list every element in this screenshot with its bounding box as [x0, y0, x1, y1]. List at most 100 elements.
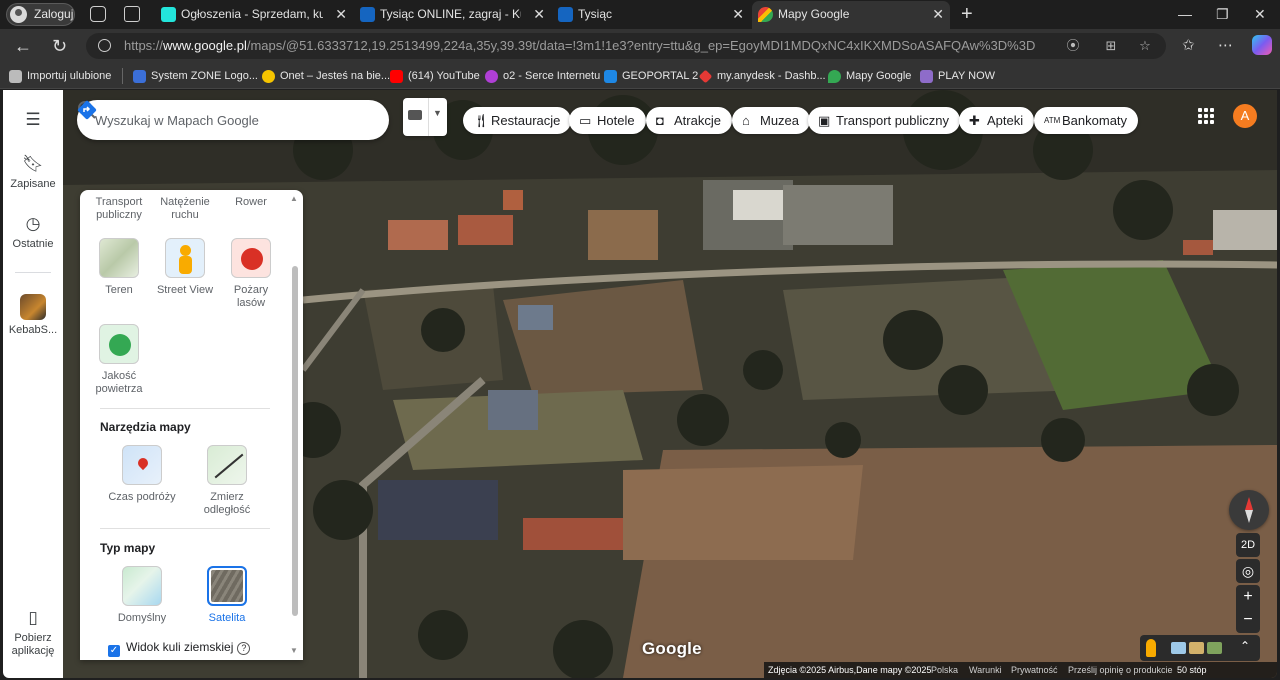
- zoom-out-icon[interactable]: −: [1236, 609, 1260, 631]
- bookmark-geoportal[interactable]: GEOPORTAL 2: [604, 67, 698, 85]
- map-type-default[interactable]: Domyślny: [107, 566, 177, 625]
- site-info-icon[interactable]: [98, 39, 111, 52]
- tab-google-maps[interactable]: Mapy Google ✕: [752, 1, 950, 29]
- scroll-up-icon[interactable]: ▲: [290, 194, 298, 203]
- layer-wildfires[interactable]: Pożary lasów: [216, 238, 286, 310]
- app-available-icon[interactable]: ⊞: [1104, 39, 1118, 53]
- menu-button[interactable]: ☰: [3, 110, 63, 134]
- layer-street-view[interactable]: Street View: [150, 238, 220, 297]
- measure-distance-icon: [207, 445, 247, 485]
- scroll-down-icon[interactable]: ▼: [290, 646, 298, 655]
- profile-label: Zaloguj: [34, 7, 74, 21]
- chip-public-transport[interactable]: ▣ Transport publiczny: [808, 107, 960, 134]
- maps-side-rail: ☰ 🔖︎ Zapisane ◷ Ostatnie KebabS... ▯ Pob…: [3, 90, 63, 678]
- youtube-icon: [390, 70, 403, 83]
- close-icon[interactable]: ✕: [732, 1, 744, 27]
- hamburger-icon: ☰: [25, 110, 41, 129]
- tab-kurnik-1[interactable]: Tysiąc ONLINE, zagraj - Kurnik ✕: [354, 1, 551, 29]
- url-text: https://www.google.pl/maps/@51.6333712,1…: [124, 38, 1036, 53]
- imagery-thumbnail[interactable]: [1171, 642, 1186, 654]
- map-type-satellite[interactable]: Satelita: [192, 566, 262, 625]
- recent-place-button[interactable]: KebabS...: [3, 294, 63, 336]
- wildfire-icon: [231, 238, 271, 278]
- favorites-bar: Importuj ulubione System ZONE Logo... On…: [0, 63, 1280, 89]
- bookmark-anydesk[interactable]: my.anydesk - Dashb...: [698, 67, 826, 85]
- profile-button[interactable]: Zaloguj: [6, 3, 75, 26]
- tool-measure-distance[interactable]: Zmierz odległość: [192, 445, 262, 517]
- museum-icon: ⌂: [742, 113, 750, 128]
- bookmark-system-zone[interactable]: System ZONE Logo...: [133, 67, 258, 85]
- bookmark-play-now[interactable]: PLAY NOW: [920, 67, 995, 85]
- layer-bicycling[interactable]: Rower: [216, 196, 286, 209]
- account-avatar[interactable]: A: [1233, 104, 1257, 128]
- recent-button[interactable]: ◷ Ostatnie: [3, 214, 63, 250]
- chevron-up-icon[interactable]: ⌃: [1240, 639, 1250, 653]
- layer-transit[interactable]: Transport publiczny: [84, 196, 154, 222]
- chip-hotels[interactable]: ▭ Hotele: [569, 107, 646, 134]
- country-link[interactable]: Polska: [931, 662, 958, 678]
- satellite-map[interactable]: ▼ 🍴︎Restauracje ▭Hotele ◘Atrakcje ⌂Muzea…: [63, 90, 1277, 678]
- maximize-icon[interactable]: ❐: [1216, 3, 1229, 25]
- directions-icon[interactable]: [77, 100, 97, 120]
- bookmark-o2[interactable]: o2 - Serce Internetu: [485, 67, 600, 85]
- layer-air-quality[interactable]: Jakość powietrza: [84, 324, 154, 396]
- help-icon[interactable]: ?: [237, 642, 251, 655]
- get-app-button[interactable]: ▯ Pobierz aplikację: [3, 608, 63, 658]
- chip-pharmacies[interactable]: ✚ Apteki: [959, 107, 1035, 134]
- search-input[interactable]: [95, 109, 295, 131]
- panel-scrollbar[interactable]: [292, 266, 298, 616]
- map-layer-toggle[interactable]: ▼: [403, 98, 447, 136]
- anydesk-icon: [698, 69, 713, 84]
- close-icon[interactable]: ✕: [533, 1, 545, 27]
- imagery-thumbnail[interactable]: [1189, 642, 1204, 654]
- feedback-link[interactable]: Prześlij opinię o produkcie: [1068, 662, 1173, 678]
- tab-kurnik-2[interactable]: Tysiąc ✕: [552, 1, 750, 29]
- search-box: [77, 100, 389, 140]
- history-icon: ◷: [25, 214, 41, 233]
- bookmark-google-maps[interactable]: Mapy Google: [828, 67, 911, 85]
- chip-museums[interactable]: ⌂ Muzea: [732, 107, 811, 134]
- view-2d-button[interactable]: 2D: [1236, 533, 1260, 557]
- chevron-down-icon[interactable]: ▼: [433, 108, 442, 118]
- chip-restaurants[interactable]: 🍴︎ Restauracje: [463, 107, 572, 134]
- tool-travel-time[interactable]: Czas podróży: [107, 445, 177, 504]
- pegman-icon[interactable]: [1146, 639, 1156, 657]
- back-icon[interactable]: ←: [14, 35, 32, 57]
- bookmark-youtube[interactable]: (614) YouTube: [390, 67, 480, 85]
- zoom-in-icon[interactable]: +: [1236, 586, 1260, 608]
- layer-terrain[interactable]: Teren: [84, 238, 154, 297]
- google-apps-icon[interactable]: [1198, 108, 1214, 124]
- chip-attractions[interactable]: ◘ Atrakcje: [646, 107, 732, 134]
- favorites-icon[interactable]: ✩: [1182, 37, 1195, 55]
- close-icon[interactable]: ✕: [335, 1, 347, 27]
- terms-link[interactable]: Warunki: [969, 662, 1002, 678]
- more-menu-icon[interactable]: ⋯: [1218, 37, 1233, 55]
- tab-olx[interactable]: Ogłoszenia - Sprzedam, kupię na ✕: [155, 1, 353, 29]
- minimize-icon[interactable]: —: [1178, 3, 1192, 25]
- copilot-icon[interactable]: [1252, 35, 1272, 55]
- new-tab-icon[interactable]: +: [961, 3, 973, 25]
- my-location-icon[interactable]: ◎: [1236, 559, 1260, 583]
- favorite-star-icon[interactable]: ☆: [1138, 39, 1152, 53]
- close-icon[interactable]: ✕: [932, 1, 944, 27]
- scale-label[interactable]: 50 stóp: [1177, 662, 1207, 678]
- window-close-icon[interactable]: ✕: [1254, 3, 1266, 25]
- compass-north-icon: [1245, 497, 1253, 510]
- imagery-thumbnail[interactable]: [1207, 642, 1222, 654]
- place-thumbnail: [20, 294, 46, 320]
- layer-traffic[interactable]: Natężenie ruchu: [150, 196, 220, 222]
- address-bar[interactable]: https://www.google.pl/maps/@51.6333712,1…: [86, 33, 1166, 59]
- compass-button[interactable]: [1229, 490, 1269, 530]
- globe-view-row[interactable]: ✓ Widok kuli ziemskiej?: [108, 640, 251, 657]
- chip-atms[interactable]: ATM Bankomaty: [1034, 107, 1139, 134]
- bookmark-onet[interactable]: Onet – Jesteś na bie...: [262, 67, 390, 85]
- privacy-link[interactable]: Prywatność: [1011, 662, 1058, 678]
- tab-actions-icon[interactable]: [124, 6, 140, 22]
- address-toolbar: ← ↻ https://www.google.pl/maps/@51.63337…: [0, 29, 1280, 63]
- reload-icon[interactable]: ↻: [52, 35, 67, 57]
- location-icon[interactable]: ⦿: [1066, 39, 1080, 53]
- saved-button[interactable]: 🔖︎ Zapisane: [3, 154, 63, 190]
- globe-view-checkbox[interactable]: ✓: [108, 645, 120, 657]
- bookmark-import[interactable]: Importuj ulubione: [9, 67, 111, 85]
- workspaces-icon[interactable]: [90, 6, 106, 22]
